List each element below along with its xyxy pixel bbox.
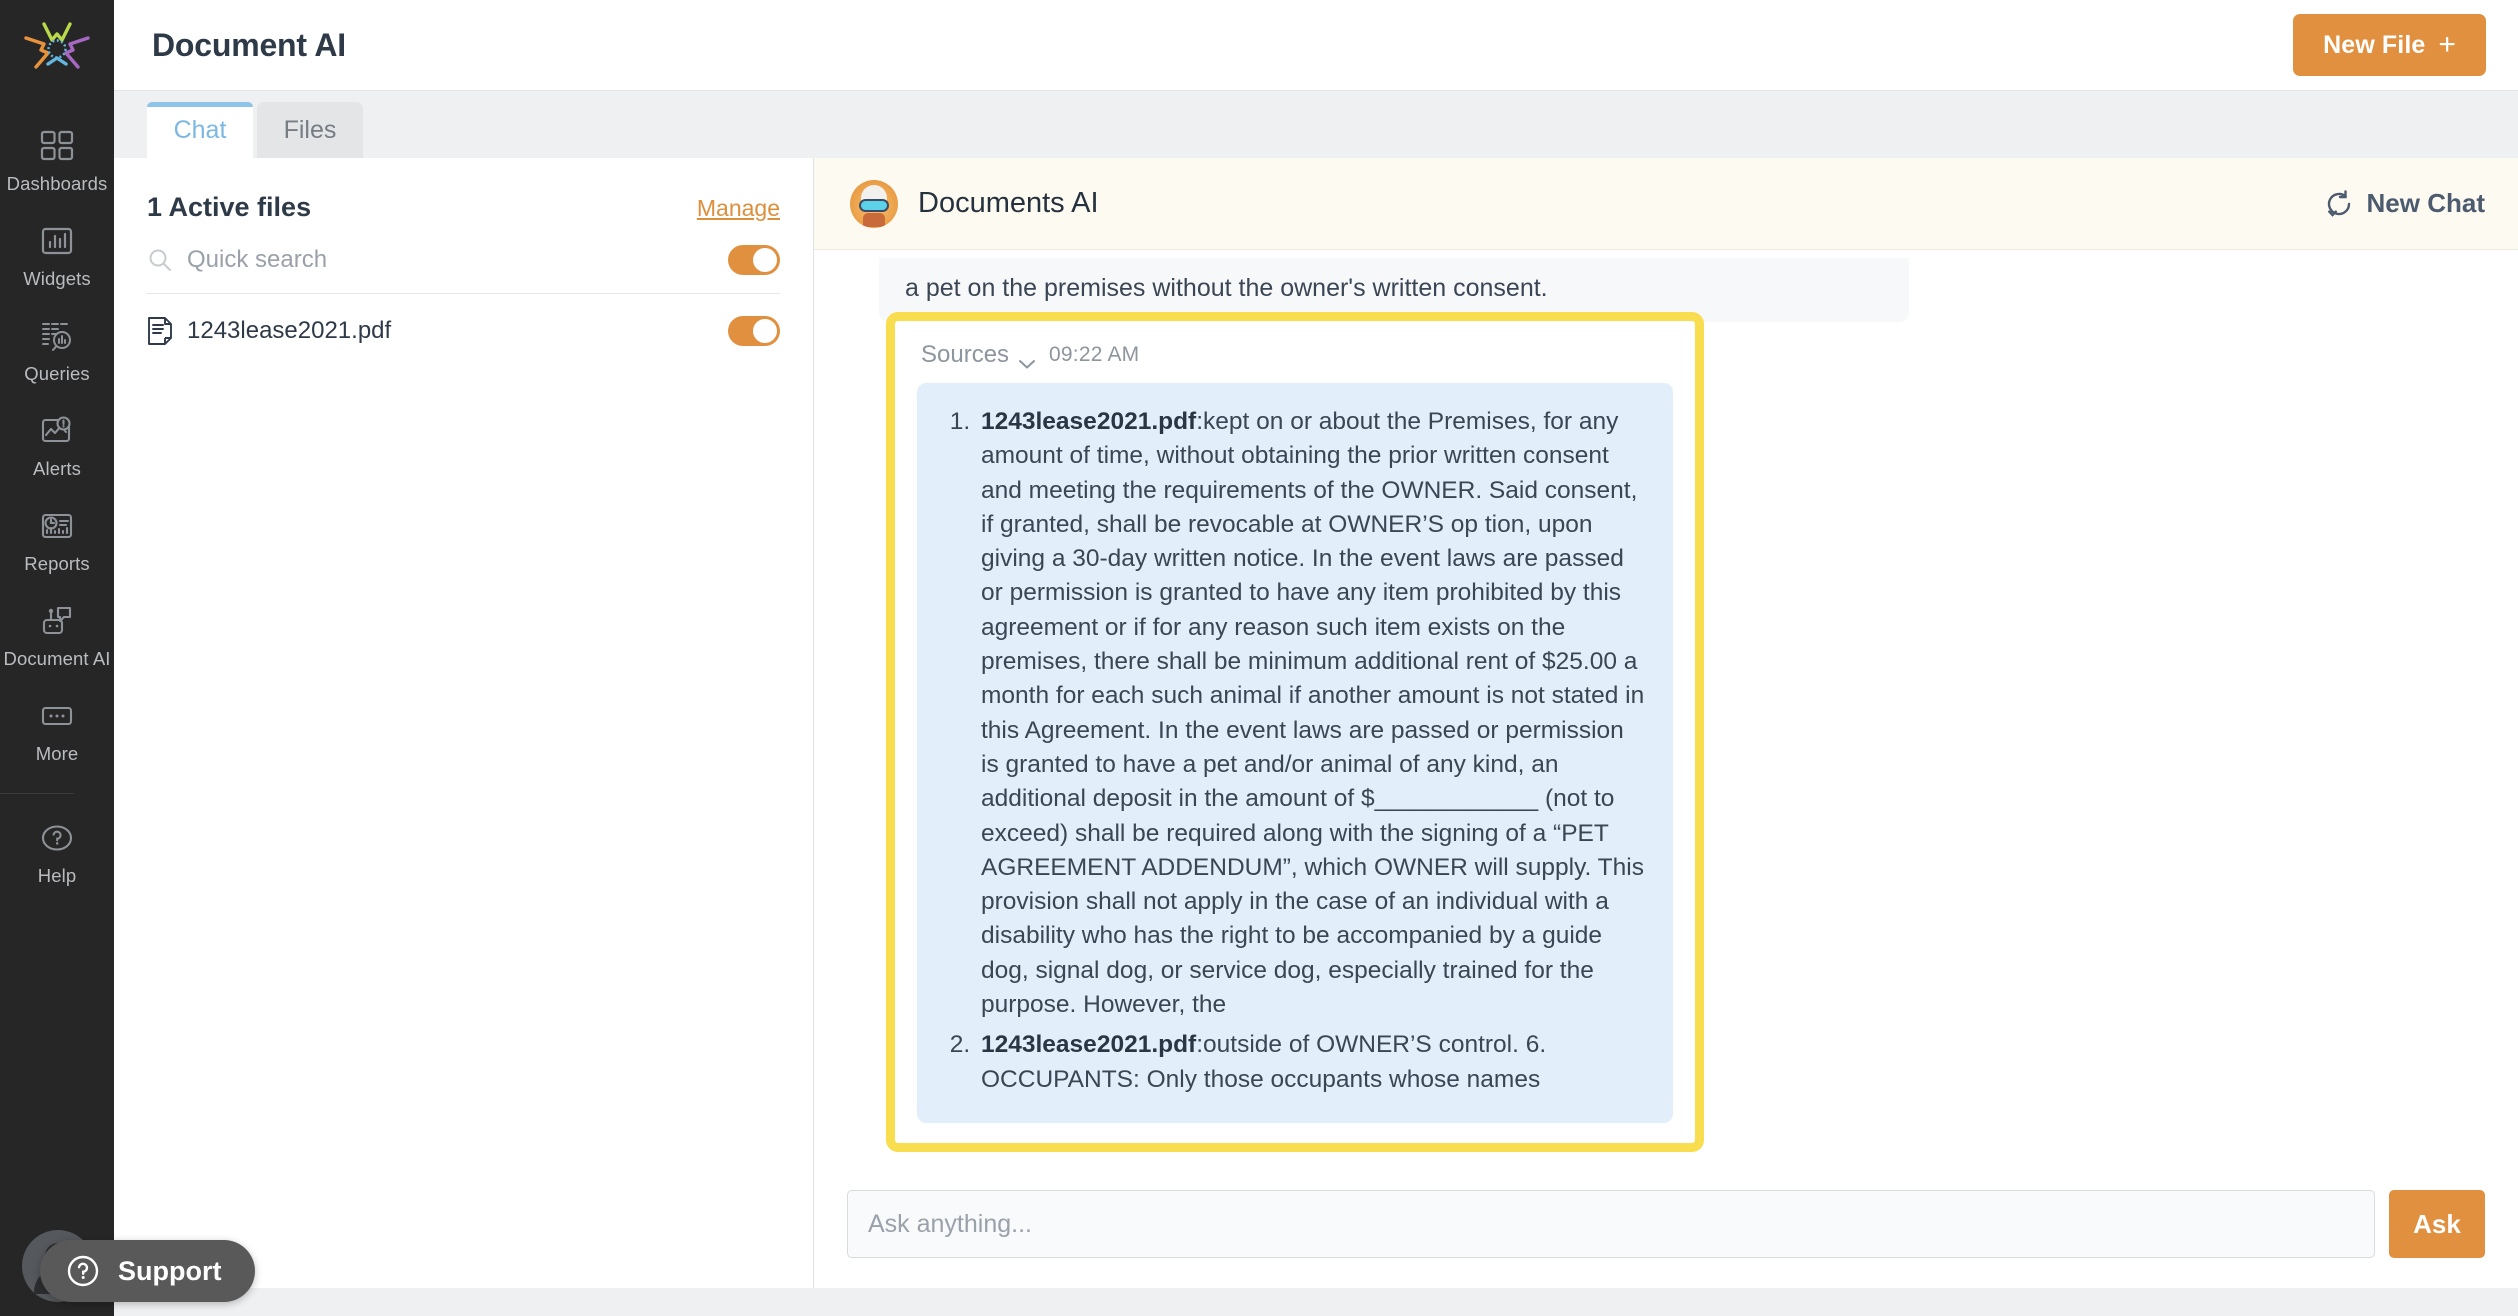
- sidebar-item-document-ai[interactable]: Document AI: [0, 587, 114, 682]
- left-nav-rail: Dashboards Widgets Queries Alerts Report…: [0, 0, 114, 1316]
- plus-icon: +: [2438, 28, 2456, 61]
- sidebar-item-label: Reports: [24, 553, 90, 574]
- question-circle-icon: [34, 818, 80, 858]
- sources-content-block: 1243lease2021.pdf:kept on or about the P…: [917, 383, 1673, 1123]
- chat-bot-name: Documents AI: [918, 187, 1099, 219]
- tab-label: Files: [283, 115, 337, 144]
- sources-label: Sources: [921, 341, 1010, 368]
- alert-monitor-icon: [34, 411, 80, 451]
- chat-header: Documents AI New Chat: [814, 158, 2518, 250]
- composer-bar: Ask: [814, 1168, 2518, 1288]
- new-chat-button[interactable]: New Chat: [2324, 188, 2485, 219]
- question-circle-icon: [66, 1254, 100, 1288]
- top-bar: Document AI New File +: [114, 0, 2518, 91]
- chat-identity: Documents AI: [850, 179, 1099, 228]
- robot-chat-icon: [34, 601, 80, 641]
- tab-label: Chat: [173, 115, 227, 144]
- sidebar-item-label: More: [35, 743, 79, 764]
- list-item: 1243lease2021.pdf:outside of OWNER’S con…: [977, 1028, 1647, 1097]
- sources-highlight-card: Sources 09:22 AM 1. 1243lease2021.pdf:ke…: [886, 312, 1704, 1152]
- source-excerpt: :kept on or about the Premises, for any …: [981, 408, 1645, 1019]
- manage-link[interactable]: Manage: [697, 195, 780, 222]
- ask-input[interactable]: [847, 1190, 2375, 1258]
- search-input[interactable]: [187, 246, 714, 274]
- page-footer-strip: [114, 1288, 2518, 1316]
- search-scope-toggle[interactable]: [728, 245, 780, 275]
- search-icon: [147, 247, 173, 273]
- sidebar-item-dashboards[interactable]: Dashboards: [0, 112, 114, 207]
- list-item: 1243lease2021.pdf:kept on or about the P…: [977, 405, 1647, 1022]
- file-name: 1243lease2021.pdf: [187, 317, 392, 344]
- new-file-label: New File: [2323, 30, 2426, 59]
- source-file-name: 1243lease2021.pdf: [981, 408, 1197, 435]
- robot-avatar-icon: [850, 179, 898, 228]
- app-root: Dashboards Widgets Queries Alerts Report…: [0, 0, 2518, 1316]
- sidebar-item-widgets[interactable]: Widgets: [0, 207, 114, 302]
- sidebar-item-label: Alerts: [33, 458, 81, 479]
- sidebar-item-queries[interactable]: Queries: [0, 302, 114, 397]
- tab-strip: Chat Files: [114, 91, 2518, 158]
- assistant-message-text: a pet on the premises without the owner'…: [905, 274, 1548, 302]
- list-item[interactable]: 1243lease2021.pdf: [147, 294, 780, 356]
- main-column: Document AI New File + Chat Files 1 Acti…: [114, 0, 2518, 1316]
- refresh-icon: [2324, 189, 2354, 219]
- query-search-icon: [34, 316, 80, 356]
- message-timestamp: 09:22 AM: [1049, 343, 1140, 366]
- new-chat-label: New Chat: [2366, 188, 2485, 218]
- report-clock-icon: [34, 506, 80, 546]
- sources-disclosure-button[interactable]: Sources: [921, 341, 1036, 369]
- ask-button[interactable]: Ask: [2389, 1190, 2485, 1258]
- new-file-button[interactable]: New File +: [2293, 14, 2486, 76]
- bar-chart-icon: [34, 221, 80, 261]
- sidebar-item-label: Widgets: [23, 268, 91, 289]
- ellipsis-box-icon: [34, 696, 80, 736]
- tab-files[interactable]: Files: [257, 102, 363, 158]
- sidebar-item-alerts[interactable]: Alerts: [0, 397, 114, 492]
- sidebar-item-reports[interactable]: Reports: [0, 492, 114, 587]
- sidebar-item-more[interactable]: More: [0, 682, 114, 777]
- tab-chat[interactable]: Chat: [147, 102, 253, 158]
- files-panel-header: 1 Active files Manage: [147, 182, 780, 223]
- rail-item-list: Dashboards Widgets Queries Alerts Report…: [0, 112, 114, 899]
- sidebar-item-help[interactable]: Help: [0, 804, 114, 899]
- sidebar-item-label: Queries: [24, 363, 90, 384]
- sidebar-item-label: Help: [37, 865, 77, 886]
- sources-meta-row: Sources 09:22 AM: [917, 335, 1673, 383]
- document-icon: [147, 316, 173, 346]
- grid-icon: [34, 126, 80, 166]
- active-files-count: 1 Active files: [147, 192, 312, 222]
- support-label: Support: [118, 1255, 222, 1286]
- files-panel: 1 Active files Manage Quick search 1243l…: [114, 158, 814, 1288]
- support-button[interactable]: Support: [40, 1240, 256, 1302]
- source-file-name: 1243lease2021.pdf: [981, 1031, 1197, 1059]
- sources-list: 1243lease2021.pdf:kept on or about the P…: [977, 405, 1647, 1097]
- chevron-down-icon: [1018, 349, 1036, 369]
- page-title: Document AI: [152, 26, 346, 63]
- file-active-toggle[interactable]: [728, 316, 780, 346]
- sidebar-item-label: Document AI: [3, 648, 111, 669]
- sidebar-item-label: Dashboards: [6, 173, 108, 194]
- message-scroll-area[interactable]: a pet on the premises without the owner'…: [814, 250, 2518, 1168]
- rail-divider: [0, 793, 74, 794]
- chat-panel: Documents AI New Chat a pet on the premi…: [814, 158, 2518, 1288]
- quick-search-row: [147, 223, 780, 294]
- body-row: 1 Active files Manage Quick search 1243l…: [114, 158, 2518, 1288]
- star-burst-logo-icon[interactable]: [22, 14, 92, 76]
